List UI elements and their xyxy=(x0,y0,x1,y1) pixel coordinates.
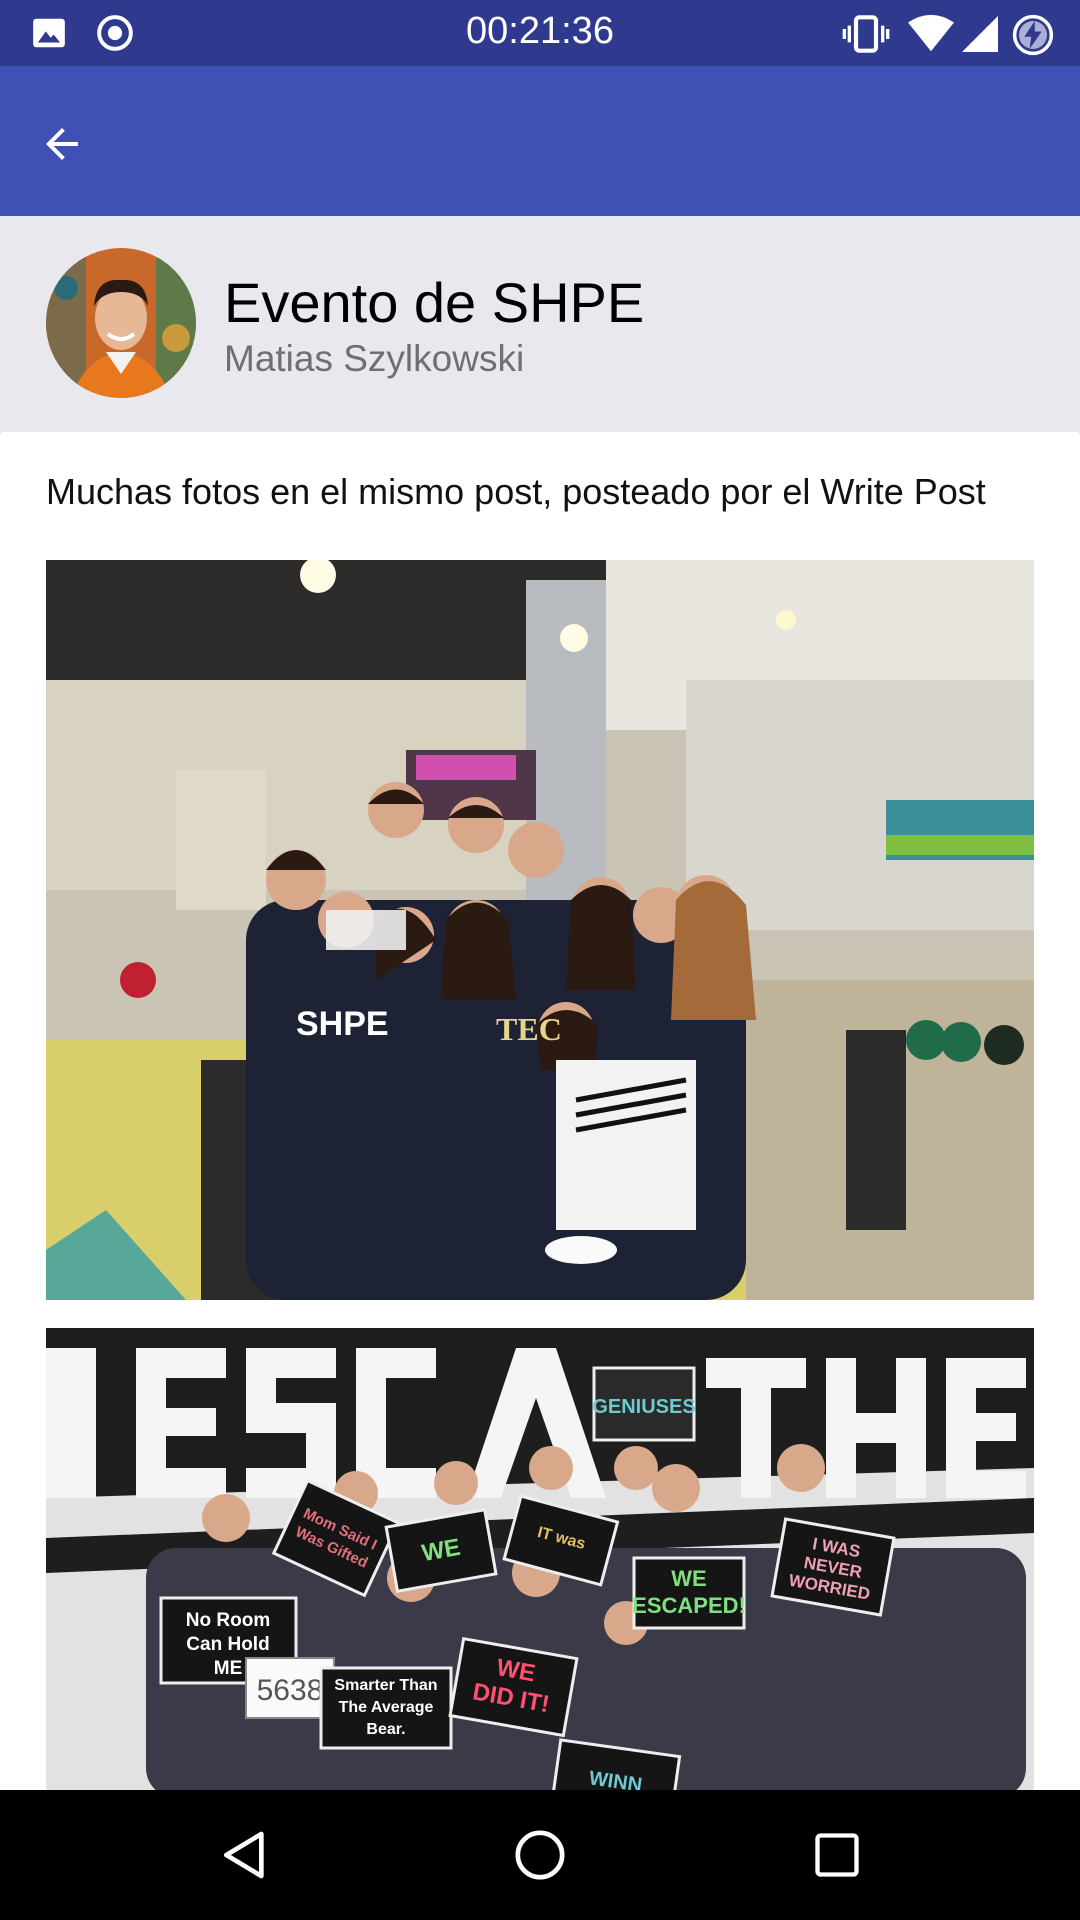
signal-icon xyxy=(962,16,998,52)
post-title: Evento de SHPE xyxy=(224,271,645,334)
status-bar: 00:21:36 xyxy=(0,0,1080,66)
svg-text:GENIUSES: GENIUSES xyxy=(592,1396,695,1418)
svg-text:No Room: No Room xyxy=(186,1610,270,1631)
svg-text:ME: ME xyxy=(214,1658,243,1679)
home-circle-icon xyxy=(515,1830,565,1880)
post-card: Muchas fotos en el mismo post, posteado … xyxy=(0,432,1080,1790)
battery-charging-icon xyxy=(1012,14,1054,56)
svg-text:Can Hold: Can Hold xyxy=(186,1634,269,1655)
back-button[interactable] xyxy=(24,106,100,182)
escape-room-image: GENIUSES Mom Said I Was Gifted WE IT was… xyxy=(46,1328,1034,1790)
nav-home-button[interactable] xyxy=(485,1810,595,1900)
svg-text:ESCAPED!: ESCAPED! xyxy=(632,1593,746,1618)
app-bar xyxy=(0,66,1080,216)
svg-text:Bear.: Bear. xyxy=(366,1721,405,1738)
navigation-bar xyxy=(0,1790,1080,1920)
wifi-icon xyxy=(908,14,954,52)
author-avatar-image xyxy=(46,248,196,398)
post-author[interactable]: Matias Szylkowski xyxy=(224,338,524,380)
svg-text:Smarter Than: Smarter Than xyxy=(334,1677,437,1694)
nav-recents-button[interactable] xyxy=(782,1810,892,1900)
svg-text:5638: 5638 xyxy=(257,1674,324,1707)
avatar[interactable] xyxy=(46,248,196,398)
group-bowling-image: SHPE TEC xyxy=(46,560,1034,1300)
svg-text:TEC: TEC xyxy=(496,1011,562,1047)
group-bowling-photo[interactable]: SHPE TEC xyxy=(46,560,1034,1300)
svg-text:SHPE: SHPE xyxy=(296,1005,389,1043)
post-body-text: Muchas fotos en el mismo post, posteado … xyxy=(46,471,986,512)
vibrate-icon xyxy=(842,15,890,53)
nav-back-button[interactable] xyxy=(190,1810,300,1900)
svg-text:WE: WE xyxy=(671,1566,706,1591)
svg-text:The Average: The Average xyxy=(339,1699,434,1716)
back-triangle-icon xyxy=(224,1831,264,1879)
post-header: Evento de SHPE Matias Szylkowski xyxy=(0,216,1080,432)
escape-room-photo[interactable]: GENIUSES Mom Said I Was Gifted WE IT was… xyxy=(46,1328,1034,1790)
arrow-back-icon xyxy=(46,128,78,160)
recents-square-icon xyxy=(815,1833,859,1877)
